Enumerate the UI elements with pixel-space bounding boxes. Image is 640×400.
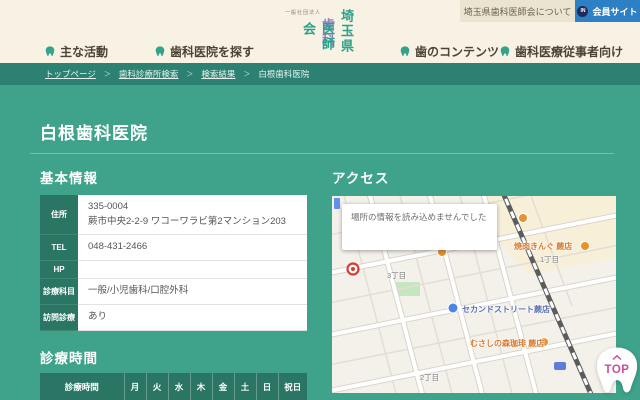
site-logo[interactable]: 一般社団法人 埼玉県 歯科 医師会 xyxy=(283,6,355,63)
logo-text-saitamaken: 埼玉県 xyxy=(339,9,354,54)
row-label: HP xyxy=(40,260,78,280)
title-divider xyxy=(30,153,614,154)
hours-col-tue: 火 xyxy=(146,373,169,400)
table-row-hp: HP xyxy=(40,260,307,280)
map-control-fragment xyxy=(334,198,340,209)
table-row-home-visit: 訪問診療 あり xyxy=(40,304,307,331)
tooth-icon xyxy=(500,46,510,56)
page-title: 白根歯科医院 xyxy=(40,124,148,143)
map-poi-secondstreet-label[interactable]: セカンドストリート蕨店 xyxy=(462,304,550,315)
tooth-icon xyxy=(400,46,410,56)
nav-label: 歯科医院を探す xyxy=(170,45,255,59)
road-shield-icon xyxy=(554,362,566,370)
tooth-icon xyxy=(155,46,165,56)
table-row-address: 住所 335-0004 蕨市中央2-2-9 ワコーワラビ第2マンション203 xyxy=(40,195,307,236)
hours-heading: 診療時間 xyxy=(40,351,98,366)
poi-marker-yakiniku[interactable] xyxy=(580,241,590,251)
basic-info-table: 住所 335-0004 蕨市中央2-2-9 ワコーワラビ第2マンション203 T… xyxy=(40,195,307,331)
map-poi-musashino-label[interactable]: むさしの森珈琲 蕨店 xyxy=(470,338,544,349)
hours-col-sat: 土 xyxy=(234,373,257,400)
hours-col-mon: 月 xyxy=(124,373,147,400)
breadcrumb-clinic-search[interactable]: 歯科診療所検索 xyxy=(119,68,179,80)
hours-col-wed: 水 xyxy=(168,373,191,400)
row-label: 訪問診療 xyxy=(40,304,78,331)
hours-col-sun: 日 xyxy=(256,373,279,400)
hours-col-holiday: 祝日 xyxy=(278,373,307,400)
hours-header-row: 診療時間 月 火 水 木 金 土 日 祝日 xyxy=(40,373,307,400)
map-district-3-label: 3丁目 xyxy=(387,271,407,280)
nav-item-tooth-contents[interactable]: 歯のコンテンツ xyxy=(400,43,499,60)
logo-org-type: 一般社団法人 xyxy=(285,10,322,16)
hours-col-thu: 木 xyxy=(190,373,213,400)
street-address: 蕨市中央2-2-9 ワコーワラビ第2マンション203 xyxy=(88,215,286,227)
breadcrumb-separator: ＞ xyxy=(243,71,251,78)
hours-col-fri: 金 xyxy=(212,373,235,400)
scroll-to-top-button[interactable]: TOP xyxy=(594,345,640,398)
member-site-button[interactable]: IN 会員サイト xyxy=(575,0,640,22)
table-row-tel: TEL 048-431-2466 xyxy=(40,234,307,262)
map-poi-yakiniku-label[interactable]: 焼肉きんぐ 蕨店 xyxy=(514,241,572,252)
access-map[interactable]: 焼肉きんぐ 蕨店 1丁目 セカンドストリート蕨店 むさしの森珈琲 蕨店 2丁目 … xyxy=(332,196,616,393)
poi-marker-secondstreet[interactable] xyxy=(447,302,459,314)
site-header: 埼玉県歯科医師会について IN 会員サイト 主な活動 歯科医院を探す 歯のコンテ… xyxy=(0,0,640,63)
nav-item-professionals[interactable]: 歯科医療従事者向け xyxy=(500,43,623,60)
map-district-2-label: 2丁目 xyxy=(420,373,440,382)
breadcrumb-search-results[interactable]: 検索結果 xyxy=(201,68,235,80)
map-district-1-label: 1丁目 xyxy=(540,255,560,264)
address-value: 335-0004 蕨市中央2-2-9 ワコーワラビ第2マンション203 xyxy=(78,195,307,236)
member-icon: IN xyxy=(577,5,589,17)
table-row-departments: 診療科目 一般/小児歯科/口腔外科 xyxy=(40,278,307,305)
nav-label: 主な活動 xyxy=(60,45,109,59)
breadcrumb-separator: ＞ xyxy=(186,71,194,78)
top-button-label: TOP xyxy=(604,364,630,376)
nav-label: 歯のコンテンツ xyxy=(415,45,500,59)
tel-value: 048-431-2466 xyxy=(78,234,307,262)
breadcrumb-current-clinic: 白根歯科医院 xyxy=(258,69,310,79)
nav-item-find-clinic[interactable]: 歯科医院を探す xyxy=(155,43,254,60)
row-label: 住所 xyxy=(40,195,78,236)
nav-label: 歯科医療従事者向け xyxy=(515,45,624,59)
nav-item-main-activities[interactable]: 主な活動 xyxy=(45,43,108,60)
home-visit-value: あり xyxy=(78,304,307,331)
poi-marker-orange[interactable] xyxy=(518,213,528,223)
breadcrumb-top-page[interactable]: トップページ xyxy=(45,68,96,80)
breadcrumb-separator: ＞ xyxy=(103,71,111,78)
basic-info-heading: 基本情報 xyxy=(40,171,98,186)
departments-value: 一般/小児歯科/口腔外科 xyxy=(78,278,307,305)
page: 埼玉県歯科医師会について IN 会員サイト 主な活動 歯科医院を探す 歯のコンテ… xyxy=(0,0,640,400)
postal-code: 335-0004 xyxy=(88,201,129,212)
row-label: TEL xyxy=(40,234,78,262)
about-association-link[interactable]: 埼玉県歯科医師会について xyxy=(460,0,575,22)
hours-col-header: 診療時間 xyxy=(40,373,125,400)
tooth-icon xyxy=(45,46,55,56)
row-label: 診療科目 xyxy=(40,278,78,305)
hours-table: 診療時間 月 火 水 木 金 土 日 祝日 xyxy=(40,373,307,400)
location-target-dot xyxy=(351,267,355,271)
logo-text-ishikai: 医師会 xyxy=(301,22,335,52)
breadcrumb: トップページ ＞ 歯科診療所検索 ＞ 検索結果 ＞ 白根歯科医院 xyxy=(0,63,640,85)
map-error-popup: 場所の情報を読み込めませんでした xyxy=(342,204,497,250)
chevron-up-icon xyxy=(612,355,622,360)
member-site-label: 会員サイト xyxy=(592,6,638,17)
hp-value xyxy=(78,260,307,280)
access-heading: アクセス xyxy=(332,171,390,186)
